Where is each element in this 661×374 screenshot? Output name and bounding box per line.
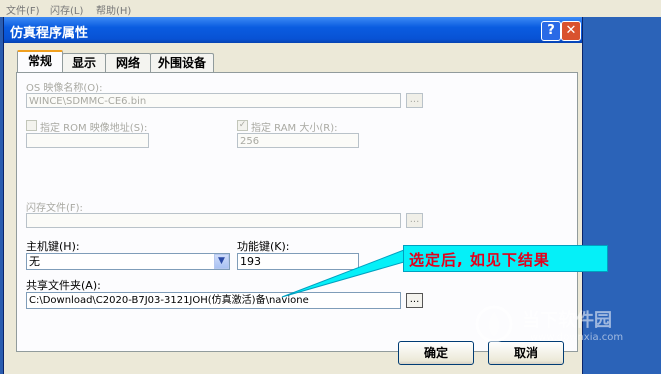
callout-text: 选定后, 如见下结果 — [409, 251, 550, 269]
watermark: 当下软件园 www.downxia.com — [470, 300, 650, 360]
watermark-logo-icon — [475, 305, 513, 343]
callout-arrow-shape — [281, 249, 405, 298]
watermark-url: www.downxia.com — [530, 332, 624, 343]
callout-box: 选定后, 如见下结果 — [403, 245, 608, 272]
watermark-brand: 当下软件园 — [522, 310, 612, 331]
